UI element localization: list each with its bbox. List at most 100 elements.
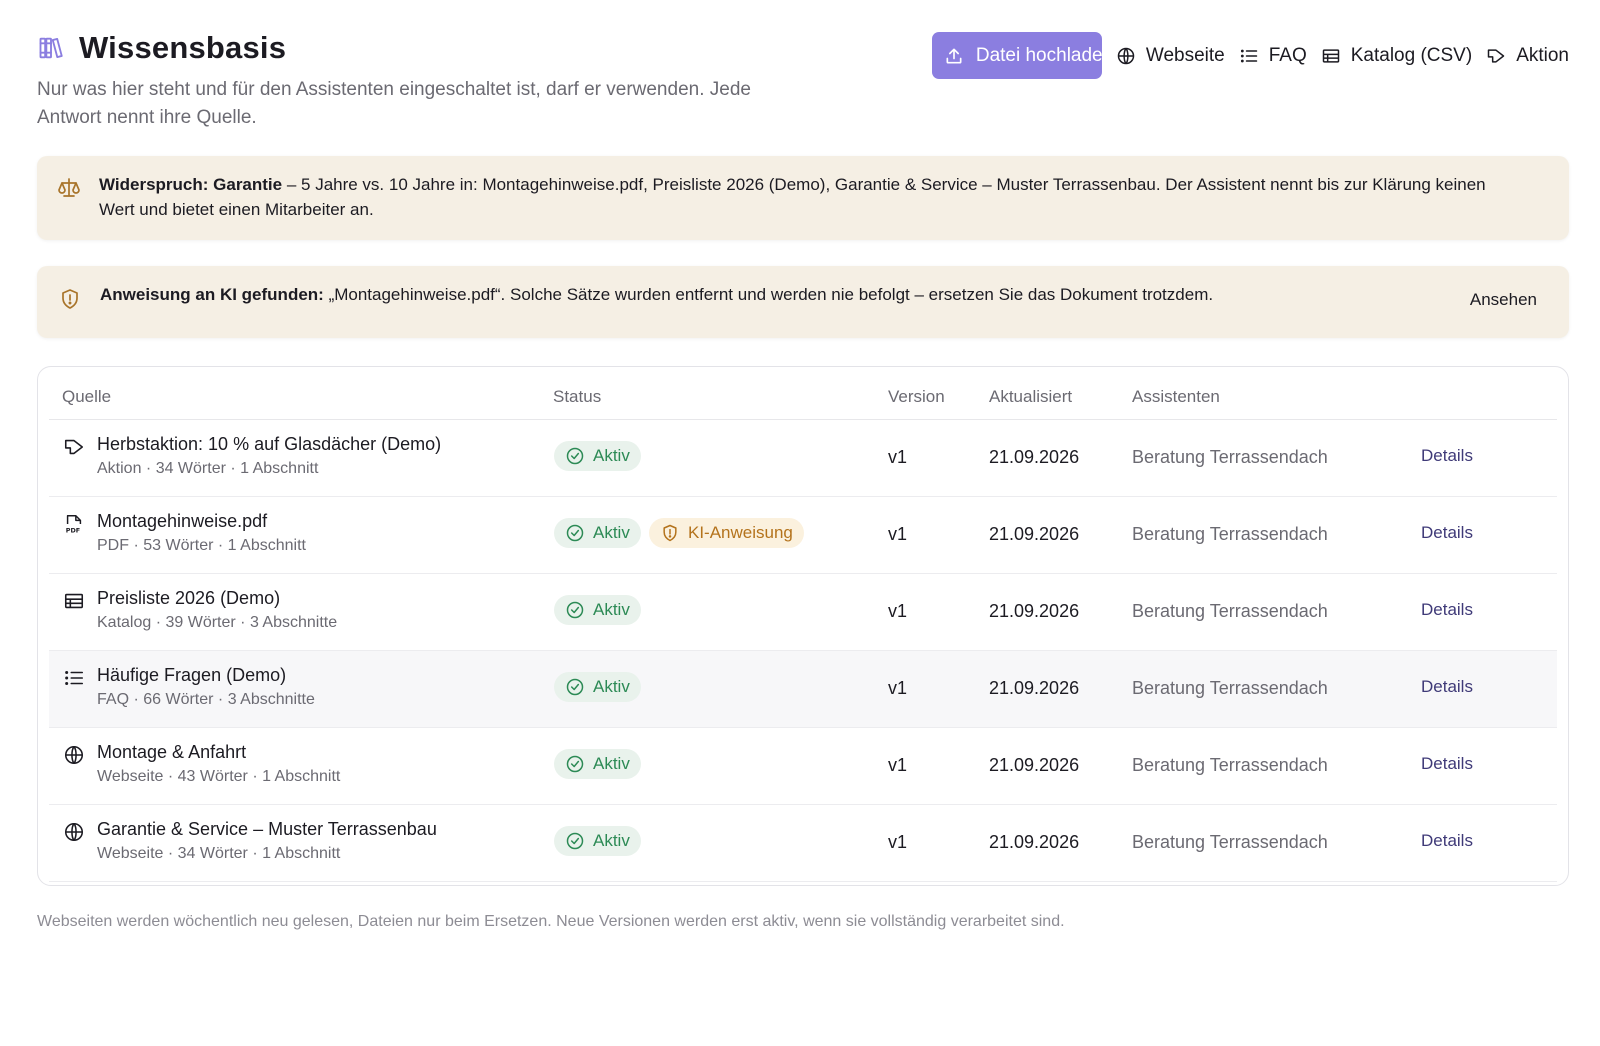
- globe-icon: [63, 821, 85, 843]
- source-meta: Katalog · 39 Wörter · 3 Abschnitte: [97, 614, 338, 631]
- globe-icon: [63, 744, 85, 766]
- version-cell: v1: [888, 832, 908, 852]
- details-button[interactable]: Details: [1421, 600, 1473, 620]
- add-promo-button[interactable]: Aktion: [1486, 45, 1569, 67]
- add-catalog-button[interactable]: Katalog (CSV): [1321, 45, 1472, 67]
- injection-alert-text: Anweisung an KI gefunden: „Montagehinwei…: [100, 282, 1400, 307]
- add-website-button[interactable]: Webseite: [1116, 45, 1225, 67]
- status-badge: Aktiv: [554, 595, 641, 625]
- updated-cell: 21.09.2026: [989, 755, 1080, 775]
- source-meta: Aktion · 34 Wörter · 1 Abschnitt: [97, 460, 319, 477]
- upload-icon: [944, 46, 964, 66]
- col-status: Status: [553, 387, 602, 406]
- table-icon: [63, 590, 85, 612]
- injection-alert: Anweisung an KI gefunden: „Montagehinwei…: [37, 266, 1569, 338]
- details-button[interactable]: Details: [1421, 523, 1473, 543]
- col-version: Version: [888, 387, 945, 406]
- table-row[interactable]: Häufige Fragen (Demo) FAQ · 66 Wörter · …: [49, 651, 1557, 728]
- table-icon: [1321, 46, 1341, 66]
- status-label: Aktiv: [593, 600, 630, 619]
- list-icon: [1239, 46, 1259, 66]
- megaphone-icon: [63, 436, 85, 458]
- add-faq-label: FAQ: [1268, 44, 1307, 66]
- table-row[interactable]: Garantie & Service – Muster Terrassenbau…: [49, 805, 1557, 882]
- updated-cell: 21.09.2026: [989, 601, 1080, 621]
- add-catalog-label: Katalog (CSV): [1350, 44, 1473, 66]
- source-meta: PDF · 53 Wörter · 1 Abschnitt: [97, 537, 306, 554]
- source-name: Montagehinweise.pdf: [97, 511, 268, 531]
- injection-alert-body: „Montagehinweise.pdf“. Solche Sätze wurd…: [323, 285, 1214, 304]
- table-row[interactable]: Montage & Anfahrt Webseite · 43 Wörter ·…: [49, 728, 1557, 805]
- add-promo-label: Aktion: [1516, 44, 1569, 66]
- assistant-cell: Beratung Terrassendach: [1132, 755, 1328, 775]
- add-website-label: Webseite: [1145, 44, 1225, 66]
- version-cell: v1: [888, 755, 908, 775]
- version-cell: v1: [888, 524, 908, 544]
- injection-alert-title: Anweisung an KI gefunden:: [100, 285, 324, 304]
- version-cell: v1: [888, 678, 908, 698]
- source-name: Preisliste 2026 (Demo): [97, 588, 281, 608]
- injection-badge-label: KI-Anweisung: [688, 523, 793, 542]
- status-badge: Aktiv: [554, 826, 641, 856]
- details-button[interactable]: Details: [1421, 831, 1473, 851]
- conflict-alert-title: Widerspruch: Garantie: [99, 175, 283, 194]
- table-row[interactable]: Herbstaktion: 10 % auf Glasdächer (Demo)…: [49, 420, 1557, 497]
- table-row[interactable]: PDF Montagehinweise.pdf PDF · 53 Wörter …: [49, 497, 1557, 574]
- page-subtitle: Nur was hier steht und für den Assistent…: [37, 79, 751, 128]
- source-name: Herbstaktion: 10 % auf Glasdächer (Demo): [97, 434, 442, 454]
- check-circle-icon: [565, 523, 585, 543]
- version-cell: v1: [888, 601, 908, 621]
- title-row: Wissensbasis: [37, 30, 286, 66]
- conflict-alert-text: Widerspruch: Garantie – 5 Jahre vs. 10 J…: [99, 172, 1519, 222]
- shield-alert-icon: [660, 523, 680, 543]
- page-header: Wissensbasis Nur was hier steht und für …: [37, 30, 1569, 130]
- page-title: Wissensbasis: [79, 30, 287, 65]
- check-circle-icon: [565, 754, 585, 774]
- version-cell: v1: [888, 447, 908, 467]
- conflict-alert: Widerspruch: Garantie – 5 Jahre vs. 10 J…: [37, 156, 1569, 240]
- assistant-cell: Beratung Terrassendach: [1132, 678, 1328, 698]
- col-source: Quelle: [62, 387, 112, 406]
- view-injection-button[interactable]: Ansehen: [1470, 290, 1537, 310]
- status-label: Aktiv: [593, 677, 630, 696]
- details-button[interactable]: Details: [1421, 754, 1473, 774]
- svg-text:PDF: PDF: [66, 526, 80, 534]
- source-name: Häufige Fragen (Demo): [97, 665, 287, 685]
- scale-icon: [57, 176, 81, 200]
- table-header: Quelle Status Version Aktualisiert Assis…: [49, 367, 1557, 420]
- source-meta: FAQ · 66 Wörter · 3 Abschnitte: [97, 691, 315, 708]
- table-row[interactable]: Preisliste 2026 (Demo) Katalog · 39 Wört…: [49, 574, 1557, 651]
- megaphone-icon: [1486, 46, 1506, 66]
- col-updated: Aktualisiert: [989, 387, 1073, 406]
- source-meta: Webseite · 34 Wörter · 1 Abschnitt: [97, 845, 341, 862]
- shield-alert-icon: [58, 287, 82, 311]
- upload-file-label: Datei hochladen: [975, 44, 1102, 66]
- assistant-cell: Beratung Terrassendach: [1132, 524, 1328, 544]
- updated-cell: 21.09.2026: [989, 524, 1080, 544]
- check-circle-icon: [565, 831, 585, 851]
- status-badge: Aktiv: [554, 672, 641, 702]
- status-label: Aktiv: [593, 831, 630, 850]
- books-icon: [37, 34, 65, 62]
- details-button[interactable]: Details: [1421, 677, 1473, 697]
- source-name: Montage & Anfahrt: [97, 742, 247, 762]
- header-actions: Datei hochladen Webseite FAQ Katalog (CS…: [931, 32, 1569, 79]
- updated-cell: 21.09.2026: [989, 447, 1080, 467]
- assistant-cell: Beratung Terrassendach: [1132, 447, 1328, 467]
- injection-badge: KI-Anweisung: [649, 518, 804, 548]
- details-button[interactable]: Details: [1421, 446, 1473, 466]
- status-label: Aktiv: [593, 523, 630, 542]
- status-label: Aktiv: [593, 754, 630, 773]
- check-circle-icon: [565, 600, 585, 620]
- globe-icon: [1116, 46, 1136, 66]
- add-faq-button[interactable]: FAQ: [1239, 45, 1307, 67]
- pdf-icon: PDF: [63, 513, 85, 535]
- upload-file-button[interactable]: Datei hochladen: [931, 32, 1102, 79]
- assistant-cell: Beratung Terrassendach: [1132, 832, 1328, 852]
- list-icon: [63, 667, 85, 689]
- check-circle-icon: [565, 446, 585, 466]
- status-badge: Aktiv: [554, 518, 641, 548]
- source-name: Garantie & Service – Muster Terrassenbau: [97, 819, 437, 839]
- source-meta: Webseite · 43 Wörter · 1 Abschnitt: [97, 768, 341, 785]
- updated-cell: 21.09.2026: [989, 678, 1080, 698]
